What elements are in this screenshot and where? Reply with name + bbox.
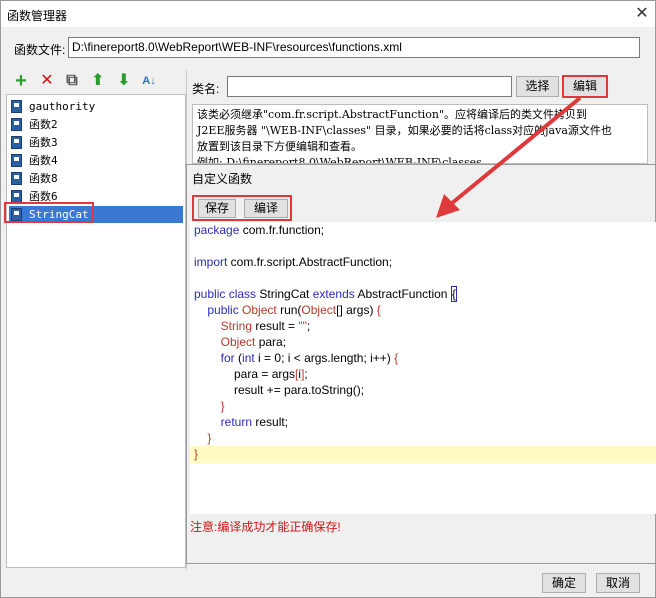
delete-icon[interactable]: ✕ xyxy=(38,72,56,90)
cancel-button[interactable]: 取消 xyxy=(596,573,640,593)
function-list: gauthority 函数2 函数3 函数4 函数8 函数6 StringCat xyxy=(6,94,186,568)
sort-az-icon[interactable]: A↓ xyxy=(140,72,158,90)
list-item[interactable]: 函数4 xyxy=(9,152,183,169)
file-icon xyxy=(11,172,22,185)
class-name-label: 类名: xyxy=(192,82,220,96)
code-fragment: com.fr.script.AbstractFunction; xyxy=(227,255,393,269)
file-icon xyxy=(11,100,22,113)
file-icon xyxy=(11,154,22,167)
compile-button[interactable]: 编译 xyxy=(244,199,288,218)
file-icon xyxy=(11,118,22,131)
copy-icon[interactable]: ⧉ xyxy=(63,72,81,90)
list-item[interactable]: 函数8 xyxy=(9,170,183,187)
keyword-package: package xyxy=(194,223,240,237)
file-path-field[interactable]: D:\finereport8.0\WebReport\WEB-INF\resou… xyxy=(68,37,640,58)
highlight-box-selected-item xyxy=(4,202,94,223)
code-fragment: com.fr.function; xyxy=(239,223,325,237)
move-down-icon[interactable]: ⬇ xyxy=(115,72,133,90)
file-icon xyxy=(11,136,22,149)
ok-button[interactable]: 确定 xyxy=(542,573,586,593)
list-item[interactable]: 函数3 xyxy=(9,134,183,151)
list-item[interactable]: gauthority xyxy=(9,98,183,115)
keyword-import: import xyxy=(194,255,228,269)
move-up-icon[interactable]: ⬆ xyxy=(89,72,107,90)
file-label: 函数文件: xyxy=(14,43,66,57)
close-icon[interactable]: ✕ xyxy=(631,3,653,25)
save-button[interactable]: 保存 xyxy=(198,199,236,218)
window-title: 函数管理器 xyxy=(7,9,68,23)
annotation-arrow xyxy=(436,96,582,218)
code-text: package com.fr.function; import com.fr.s… xyxy=(194,223,457,461)
compile-warning: 注意:编译成功才能正确保存! xyxy=(190,520,341,534)
title-bar: 函数管理器 ✕ xyxy=(1,1,655,27)
dialog-title: 自定义函数 xyxy=(192,172,253,186)
list-item[interactable]: 函数2 xyxy=(9,116,183,133)
add-icon[interactable]: + xyxy=(12,71,30,91)
